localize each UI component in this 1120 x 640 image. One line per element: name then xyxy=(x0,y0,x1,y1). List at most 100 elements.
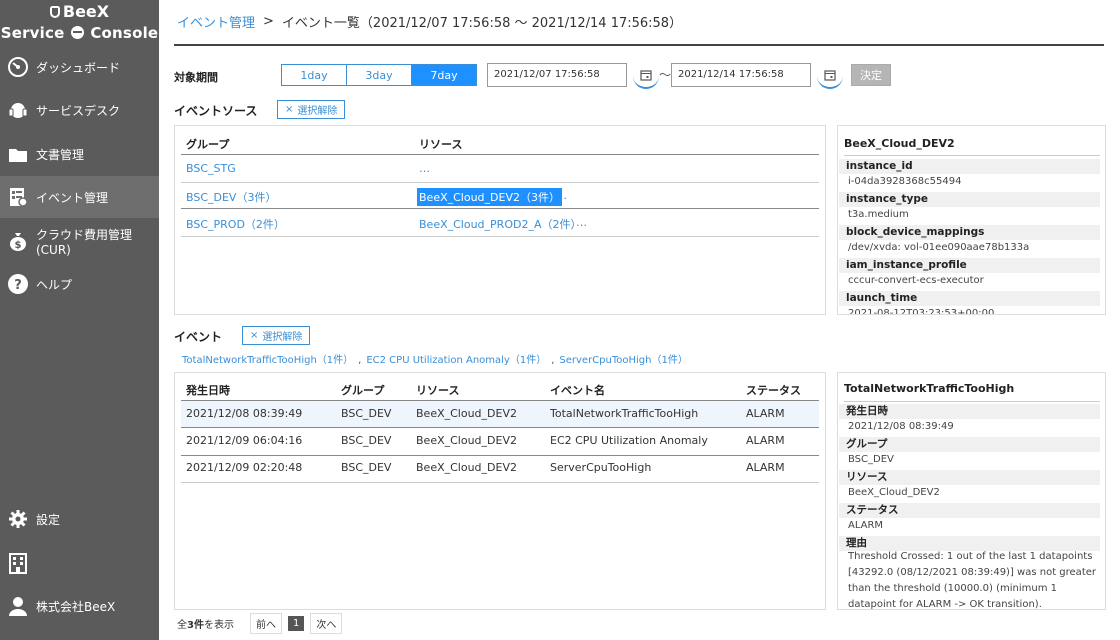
sidebar-item-label: ヘルプ xyxy=(36,277,73,292)
sidebar-item-cloud-cost[interactable]: $ クラウド費用管理(CUR) xyxy=(0,220,159,262)
event-filter-link[interactable]: ServerCpuTooHigh（1件） xyxy=(559,355,687,366)
event-name: ServerCpuTooHigh xyxy=(550,461,652,474)
breadcrumb: イベント管理 > イベント一覧（2021/12/07 17:56:58 ～ 20… xyxy=(177,12,682,31)
event-source-clear-button[interactable]: × 選択解除 xyxy=(277,100,346,119)
pagination: 全3件を表示 前へ 1 次へ xyxy=(177,613,343,634)
period-3day-button[interactable]: 3day xyxy=(346,64,412,86)
source-resource-more[interactable]: … xyxy=(419,162,430,175)
event-time: 2021/12/08 08:39:49 xyxy=(186,407,303,420)
column-header-group: グループ xyxy=(341,384,385,397)
event-time: 2021/12/09 02:20:48 xyxy=(186,461,303,474)
gear-icon xyxy=(7,508,29,530)
event-filter-link[interactable]: TotalNetworkTrafficTooHigh（1件） xyxy=(182,355,353,366)
money-bag-icon: $ xyxy=(7,230,29,252)
detail-value: BeeX_Cloud_DEV2 xyxy=(848,487,940,498)
logo-service: Service xyxy=(0,24,65,42)
source-group-bsc-dev[interactable]: BSC_DEV（3件） xyxy=(186,189,276,205)
svg-text:?: ? xyxy=(14,278,22,293)
event-name: TotalNetworkTrafficTooHigh xyxy=(550,407,699,420)
detail-value: /dev/xvda: vol-01ee090aae78b133a xyxy=(848,242,1030,253)
source-resource-more[interactable]: … xyxy=(556,189,567,202)
detail-value: t3a.medium xyxy=(848,209,909,220)
sidebar-item-settings[interactable]: 設定 xyxy=(0,498,159,540)
sidebar-item-dashboard[interactable]: ダッシュボード xyxy=(0,46,159,88)
event-group: BSC_DEV xyxy=(341,434,392,447)
source-resource-selected[interactable]: BeeX_Cloud_DEV2（3件） xyxy=(417,188,562,206)
decide-button[interactable]: 決定 xyxy=(851,64,891,86)
sidebar-item-label: イベント管理 xyxy=(36,190,109,205)
help-icon: ? xyxy=(7,273,29,295)
total-prefix: 全 xyxy=(177,620,187,631)
calendar-icon xyxy=(640,66,652,85)
column-header-time: 発生日時 xyxy=(186,384,230,397)
date-to-input[interactable]: 2021/12/14 17:56:58 xyxy=(671,63,811,87)
row-divider xyxy=(181,182,819,183)
close-icon: × xyxy=(285,104,294,115)
sidebar-item-service-desk[interactable]: サービスデスク xyxy=(0,89,159,131)
globe-icon xyxy=(70,26,84,39)
close-icon: × xyxy=(250,330,259,341)
detail-key: instance_id xyxy=(839,159,1100,174)
source-resource-prod[interactable]: BeeX_Cloud_PROD2_A（2件） xyxy=(419,216,581,232)
breadcrumb-root-link[interactable]: イベント管理 xyxy=(177,12,255,31)
source-group-bsc-stg[interactable]: BSC_STG xyxy=(186,162,236,175)
page-number-button[interactable]: 1 xyxy=(287,616,305,631)
bee-logo-icon xyxy=(49,6,60,18)
event-resource: BeeX_Cloud_DEV2 xyxy=(416,407,517,420)
column-header-resource: リソース xyxy=(416,384,460,397)
date-from-input[interactable]: 2021/12/07 17:56:58 xyxy=(487,63,627,87)
resource-detail-panel: BeeX_Cloud_DEV2 instance_id i-04da392836… xyxy=(837,125,1106,315)
detail-key: ステータス xyxy=(839,503,1100,518)
event-name: EC2 CPU Utilization Anomaly xyxy=(550,434,708,447)
period-1day-button[interactable]: 1day xyxy=(281,64,347,86)
detail-key: リソース xyxy=(839,470,1100,485)
detail-key: launch_time xyxy=(839,291,1100,306)
calendar-from-button[interactable] xyxy=(633,63,659,89)
page-title: イベント一覧（2021/12/07 17:56:58 ～ 2021/12/14 … xyxy=(281,16,683,31)
sidebar-item-label: クラウド費用管理(CUR) xyxy=(36,227,133,257)
column-header-event-name: イベント名 xyxy=(550,384,605,397)
sidebar-item-event-management[interactable]: イベント管理 xyxy=(0,176,159,218)
row-divider xyxy=(181,236,819,237)
source-resource-more[interactable]: … xyxy=(576,216,587,229)
sidebar-item-documents[interactable]: 文書管理 xyxy=(0,133,159,175)
event-reason-text: Threshold Crossed: 1 out of the last 1 d… xyxy=(848,551,1096,610)
gauge-icon xyxy=(7,56,29,78)
total-count-label: 全3件を表示 xyxy=(177,616,234,631)
sidebar-item-help[interactable]: ? ヘルプ xyxy=(0,263,159,305)
sidebar: BeeX Service Console ダッシュボード サービスデスク 文書管… xyxy=(0,0,159,640)
sidebar-item-label: ダッシュボード xyxy=(36,60,121,75)
sidebar-item-account[interactable]: 株式会社BeeX xyxy=(0,585,159,627)
company-name: 株式会社BeeX xyxy=(36,599,116,614)
period-label: 対象期間 xyxy=(174,71,218,84)
header-divider xyxy=(174,44,1104,46)
folder-icon xyxy=(7,143,29,165)
clear-label: 選択解除 xyxy=(262,332,303,343)
detail-divider xyxy=(844,401,1100,402)
breadcrumb-separator: > xyxy=(263,14,274,29)
headset-icon xyxy=(7,99,29,121)
event-filter-link[interactable]: EC2 CPU Utilization Anomaly（1件） xyxy=(366,355,546,366)
event-resource: BeeX_Cloud_DEV2 xyxy=(416,461,517,474)
calendar-icon xyxy=(824,66,836,85)
detail-key: instance_type xyxy=(839,192,1100,207)
logo-line1: BeeX xyxy=(62,2,110,21)
svg-text:$: $ xyxy=(15,240,22,251)
row-divider xyxy=(181,482,819,483)
event-filter-links: TotalNetworkTrafficTooHigh（1件）, EC2 CPU U… xyxy=(182,351,688,366)
detail-key: 発生日時 xyxy=(839,404,1100,419)
prev-page-button[interactable]: 前へ xyxy=(249,613,282,634)
detail-value: 2021-08-12T03:23:53+00:00 xyxy=(848,308,995,315)
calendar-to-button[interactable] xyxy=(817,63,843,89)
logo-console: Console xyxy=(90,24,159,42)
period-7day-button[interactable]: 7day xyxy=(411,64,477,86)
source-group-bsc-prod[interactable]: BSC_PROD（2件） xyxy=(186,216,285,232)
next-page-button[interactable]: 次へ xyxy=(310,613,343,634)
detail-key: block_device_mappings xyxy=(839,225,1100,240)
detail-value: i-04da3928368c55494 xyxy=(848,176,962,187)
sidebar-item-organization[interactable] xyxy=(0,542,159,584)
events-clear-button[interactable]: × 選択解除 xyxy=(242,326,311,345)
detail-value: 2021/12/08 08:39:49 xyxy=(848,421,954,432)
logo[interactable]: BeeX Service Console xyxy=(0,2,159,44)
event-group: BSC_DEV xyxy=(341,461,392,474)
